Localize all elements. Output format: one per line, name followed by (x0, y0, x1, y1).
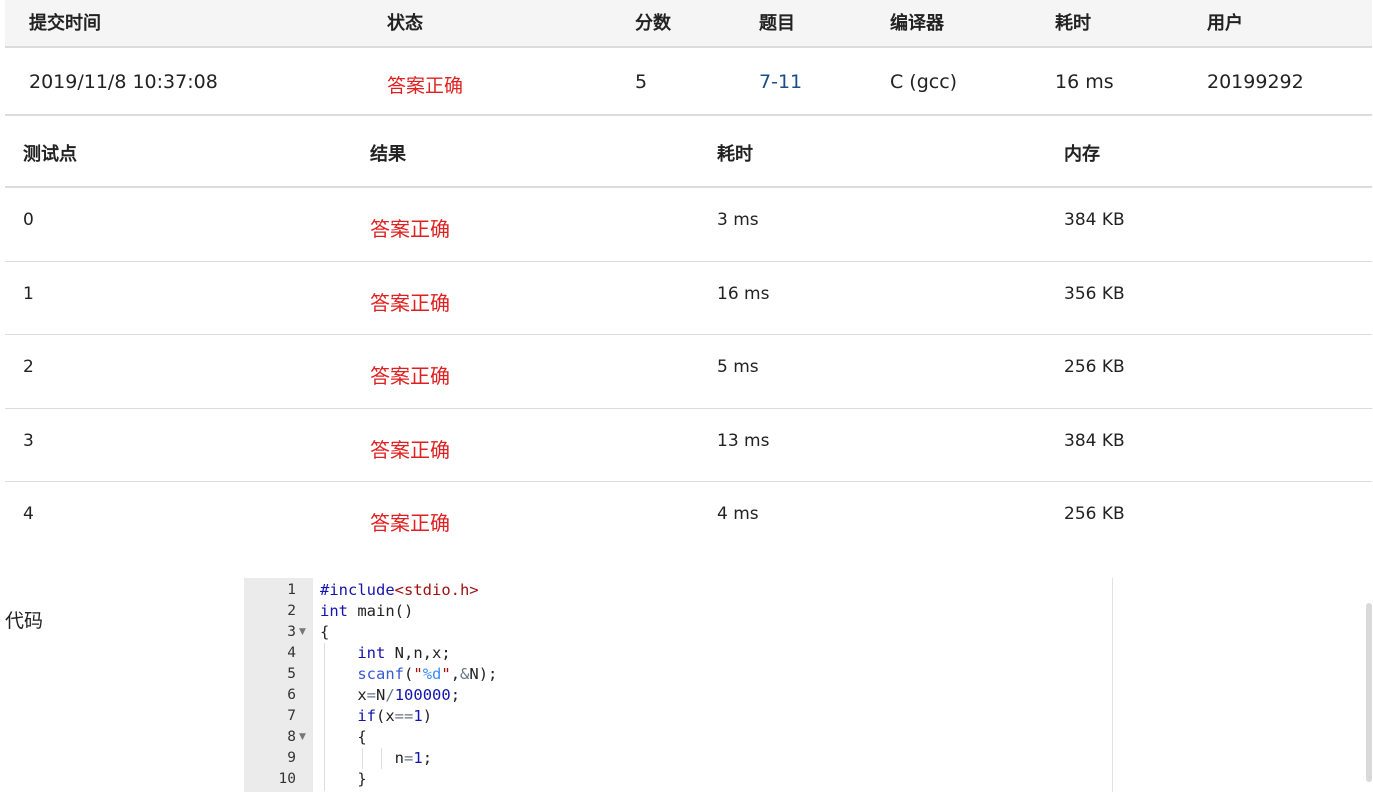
code-line: } (320, 770, 367, 788)
fold-arrow-icon[interactable]: ▼ (299, 622, 306, 643)
header-memory: 内存 (1064, 144, 1100, 165)
line-number: 8 (287, 729, 296, 745)
case-memory: 256 KB (1064, 357, 1125, 377)
table-row: 3 答案正确 13 ms 384 KB (5, 409, 1372, 482)
code-line: if(x==1) (357, 707, 433, 725)
compiler-value: C (gcc) (890, 71, 958, 93)
case-memory: 384 KB (1064, 210, 1125, 230)
case-result: 答案正确 (370, 511, 450, 535)
header-submit-time: 提交时间 (29, 13, 101, 34)
case-memory: 356 KB (1064, 283, 1125, 304)
code-line: x=N/100000; (320, 686, 461, 704)
header-test-point: 测试点 (23, 144, 77, 165)
submit-time: 2019/11/8 10:37:08 (29, 71, 218, 93)
table-row: 2 答案正确 5 ms 256 KB (5, 335, 1372, 409)
line-number: 6 (287, 687, 296, 703)
case-memory: 384 KB (1064, 430, 1125, 451)
code-line: scanf("%d",&N); (357, 665, 498, 683)
problem-link[interactable]: 7-11 (759, 71, 802, 93)
submission-table: 提交时间 状态 分数 题目 编译器 耗时 用户 2019/11/8 10:37:… (5, 0, 1372, 116)
case-time: 13 ms (717, 430, 770, 451)
header-result: 结果 (370, 144, 406, 165)
score-value: 5 (635, 71, 648, 93)
code-editor[interactable]: 1 2 3 ▼ 4 5 6 7 8 ▼ 9 10 #include<stdio.… (244, 578, 1113, 792)
case-id: 3 (23, 430, 34, 451)
code-line: int N,n,x; (357, 644, 451, 662)
header-status: 状态 (387, 13, 423, 34)
case-result: 答案正确 (370, 217, 450, 241)
case-id: 2 (23, 357, 34, 377)
case-id: 1 (23, 283, 34, 304)
test-case-table: 测试点 结果 耗时 内存 0 答案正确 3 ms 384 KB 1 答案正确 1… (5, 118, 1372, 556)
case-result: 答案正确 (370, 437, 450, 462)
header-problem: 题目 (759, 13, 795, 34)
case-id: 0 (23, 210, 34, 230)
fold-arrow-icon[interactable]: ▼ (299, 727, 306, 748)
code-label: 代码 (5, 610, 44, 632)
line-number: 10 (278, 771, 296, 787)
case-time: 3 ms (717, 210, 759, 230)
header-time: 耗时 (717, 144, 753, 165)
line-number: 5 (287, 666, 296, 682)
code-line: { (320, 728, 367, 746)
case-id: 4 (23, 504, 34, 524)
line-number: 1 (287, 582, 296, 598)
status-badge: 答案正确 (387, 75, 464, 97)
table-row: 0 答案正确 3 ms 384 KB (5, 188, 1372, 262)
line-number: 9 (287, 750, 296, 766)
submission-row: 2019/11/8 10:37:08 答案正确 5 7-11 C (gcc) 1… (5, 48, 1372, 116)
user-value: 20199292 (1207, 71, 1304, 93)
header-duration: 耗时 (1055, 13, 1091, 34)
case-result: 答案正确 (370, 364, 450, 388)
line-number: 3 (287, 624, 296, 640)
line-number: 7 (287, 708, 296, 724)
case-result: 答案正确 (370, 290, 450, 315)
case-memory: 256 KB (1064, 504, 1125, 524)
duration-value: 16 ms (1055, 71, 1114, 93)
table-row: 1 答案正确 16 ms 356 KB (5, 262, 1372, 335)
header-score: 分数 (635, 13, 671, 34)
header-compiler: 编译器 (890, 13, 944, 34)
code-line: int main() (320, 602, 414, 620)
submission-header-row: 提交时间 状态 分数 题目 编译器 耗时 用户 (5, 0, 1372, 48)
code-line: n=1; (320, 749, 433, 767)
case-time: 4 ms (717, 504, 759, 524)
line-number-gutter: 1 2 3 ▼ 4 5 6 7 8 ▼ 9 10 (244, 578, 313, 792)
page-scrollbar[interactable] (1366, 603, 1372, 782)
code-line: { (320, 623, 330, 641)
line-number: 4 (287, 645, 296, 661)
case-time: 16 ms (717, 283, 770, 304)
header-user: 用户 (1207, 13, 1243, 34)
case-header-row: 测试点 结果 耗时 内存 (5, 118, 1372, 188)
line-number: 2 (287, 603, 296, 619)
table-row: 4 答案正确 4 ms 256 KB (5, 482, 1372, 556)
code-line: #include<stdio.h> (320, 581, 479, 599)
case-time: 5 ms (717, 357, 759, 377)
